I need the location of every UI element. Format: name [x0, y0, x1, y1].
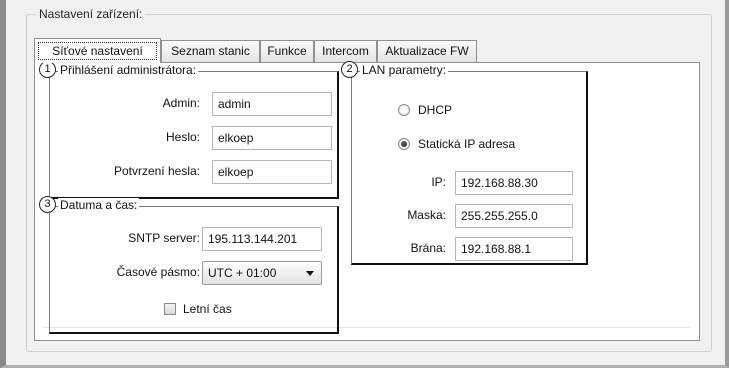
gateway-input[interactable] [455, 237, 573, 261]
tab-functions[interactable]: Funkce [260, 40, 314, 62]
static-ip-label[interactable]: Statická IP adresa [418, 137, 515, 151]
datetime-title: Datuma a čas: [58, 198, 140, 212]
tab-intercom[interactable]: Intercom [314, 40, 377, 62]
admin-username-input[interactable] [212, 92, 332, 116]
admin-login-group: 1 Přihlášení administrátora: Admin: Hesl… [39, 61, 339, 199]
dst-checkbox[interactable] [164, 303, 176, 315]
ip-label: IP: [431, 175, 446, 189]
device-settings-title: Nastavení zařízení: [36, 7, 146, 21]
timezone-select[interactable]: UTC + 01:00 [202, 261, 322, 285]
tab-label: Intercom [322, 44, 369, 58]
password-input[interactable] [212, 126, 332, 150]
tab-focus-rectangle [38, 42, 157, 60]
mask-label: Maska: [407, 208, 446, 222]
tab-label: Funkce [267, 44, 307, 58]
subnet-mask-input[interactable] [455, 204, 573, 228]
dhcp-label[interactable]: DHCP [418, 103, 452, 117]
admin-login-title: Přihlášení administrátora: [58, 63, 199, 77]
confirm-password-input[interactable] [212, 160, 332, 184]
tab-firmware-update[interactable]: Aktualizace FW [377, 40, 477, 62]
password-label: Heslo: [165, 130, 200, 144]
sntp-server-label: SNTP server: [128, 231, 200, 245]
group-number-badge: 3 [39, 196, 56, 213]
chevron-down-icon [306, 271, 314, 276]
gateway-label: Brána: [410, 241, 446, 255]
ip-address-input[interactable] [455, 171, 573, 195]
timezone-label: Časové pásmo: [116, 265, 200, 279]
network-settings-panel: 1 Přihlášení administrátora: Admin: Hesl… [34, 61, 700, 341]
lan-parameters-title: LAN parametry: [360, 63, 449, 77]
tab-station-list[interactable]: Seznam stanic [161, 40, 260, 62]
dhcp-radio[interactable] [398, 104, 410, 116]
tab-label: Seznam stanic [171, 44, 250, 58]
sntp-server-input[interactable] [202, 227, 322, 251]
datetime-group: 3 Datuma a čas: SNTP server: Časové pásm… [39, 196, 339, 334]
tab-network-settings[interactable]: Síťové nastavení [34, 38, 161, 63]
group-number-badge: 1 [39, 61, 56, 78]
group-number-badge: 2 [341, 61, 358, 78]
lan-parameters-group: 2 LAN parametry: DHCP Statická IP adresa… [341, 61, 588, 265]
tab-label: Aktualizace FW [385, 44, 469, 58]
timezone-selected-value: UTC + 01:00 [208, 266, 277, 280]
static-ip-radio[interactable] [398, 138, 410, 150]
dst-label[interactable]: Letní čas [183, 302, 232, 316]
admin-label: Admin: [162, 96, 200, 110]
confirm-password-label: Potvrzení hesla: [113, 164, 200, 178]
